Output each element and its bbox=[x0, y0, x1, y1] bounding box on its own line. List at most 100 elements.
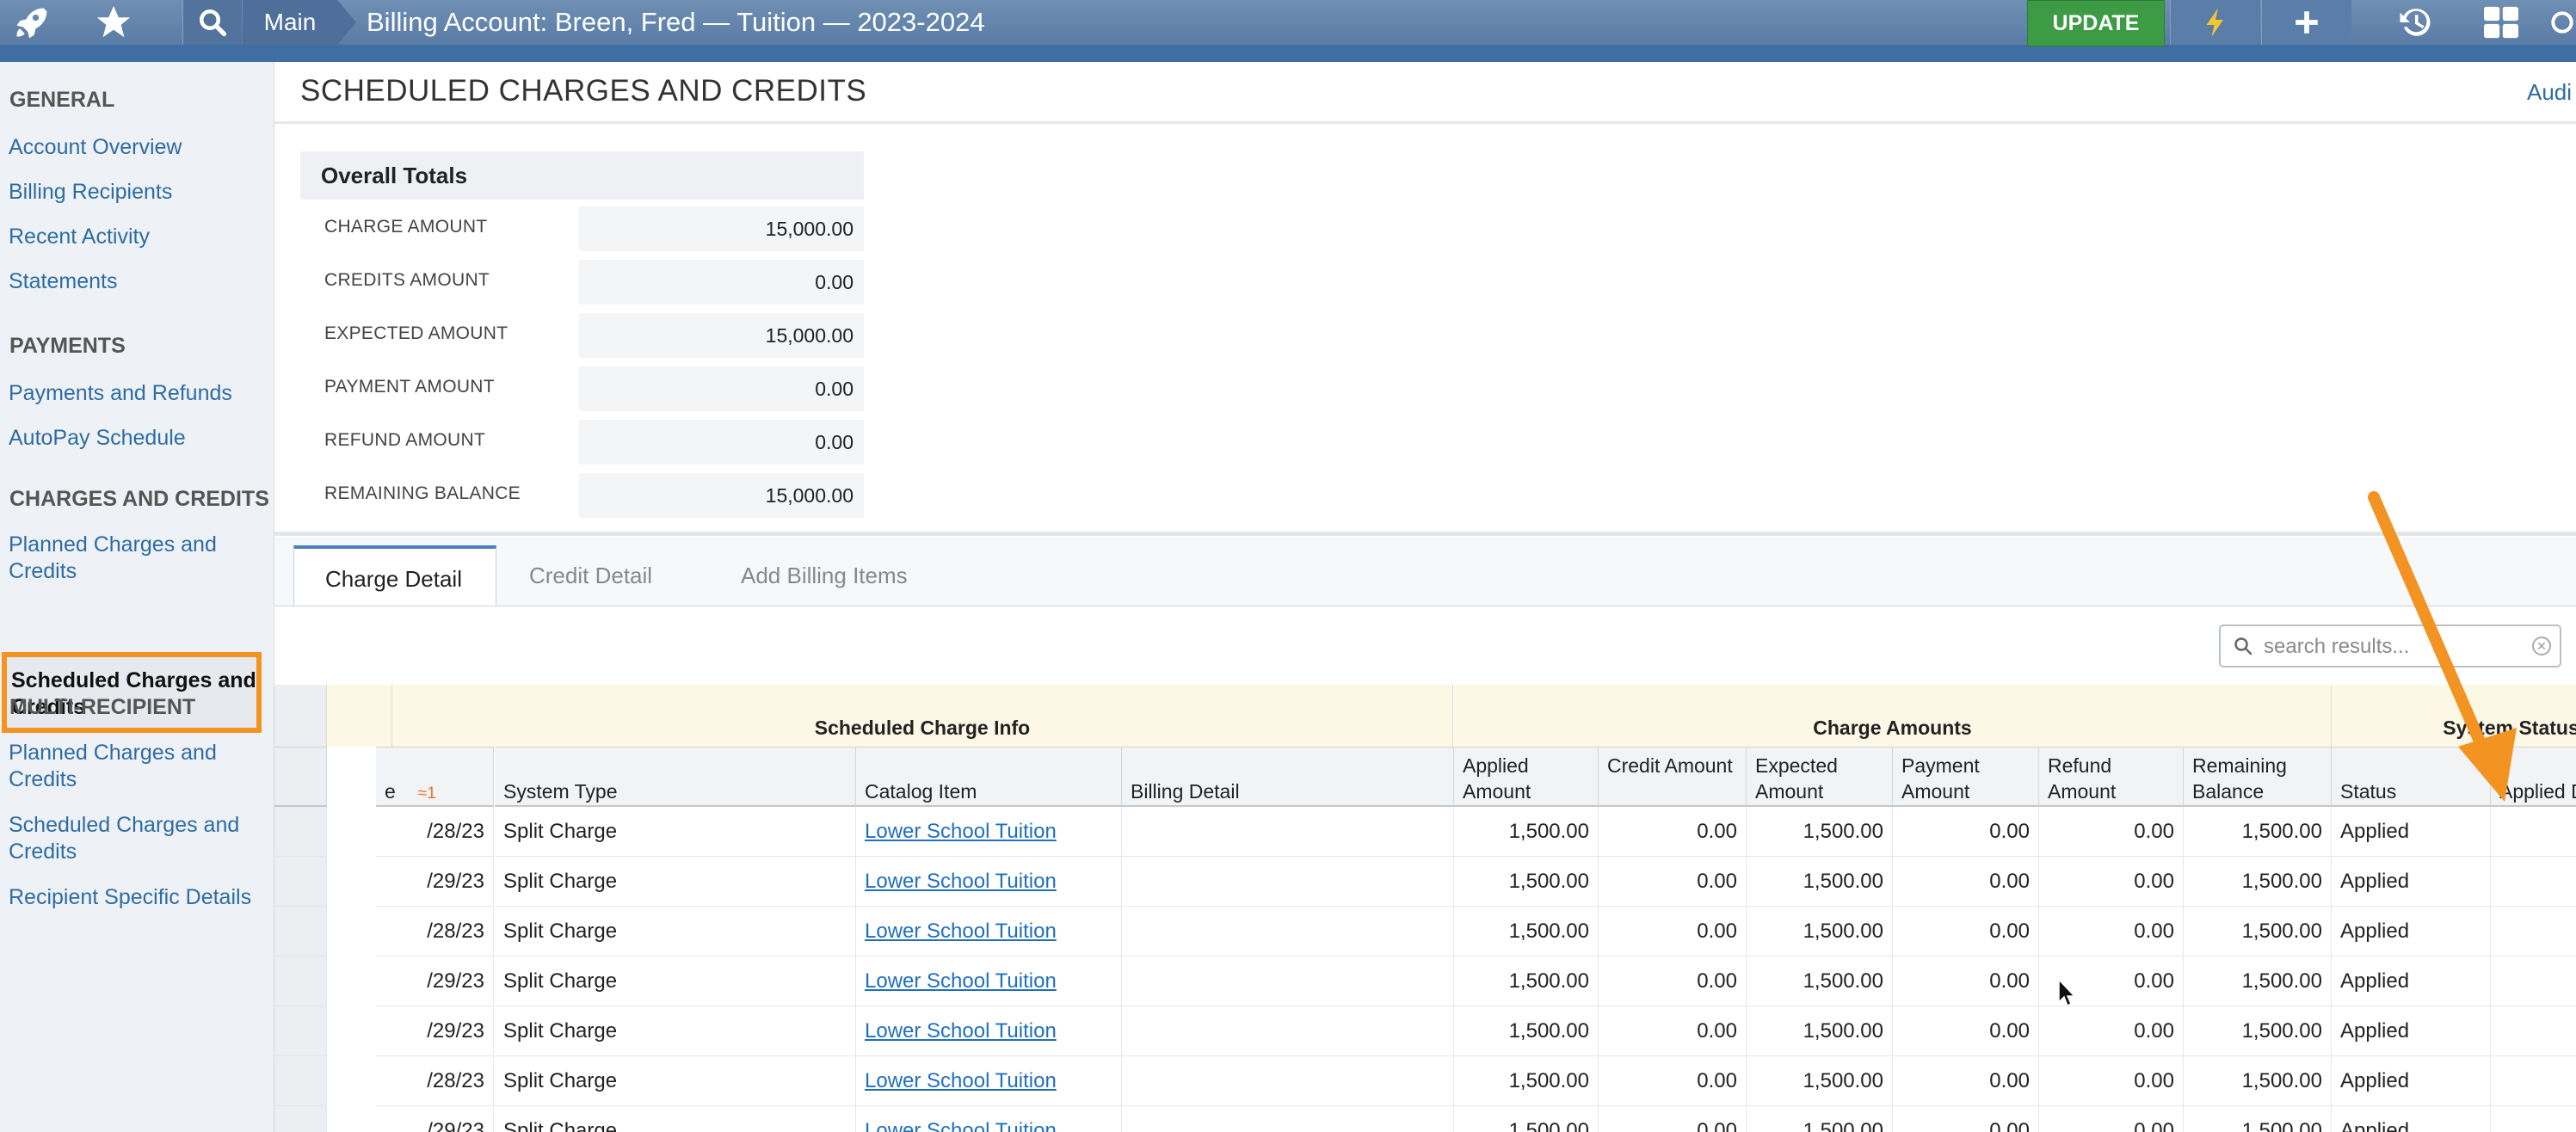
catalog-item-link[interactable]: Lower School Tuition bbox=[856, 857, 1122, 907]
tab-charge-detail[interactable]: Charge Detail bbox=[293, 545, 496, 606]
sidebar-item-payments-refunds[interactable]: Payments and Refunds bbox=[9, 380, 267, 407]
totals-value: 0.00 bbox=[579, 420, 864, 464]
table-cell: 0.00 bbox=[1599, 857, 1747, 907]
totals-row: EXPECTED AMOUNT 15,000.00 bbox=[300, 310, 864, 360]
column-header-label: Remaining Balance bbox=[2192, 754, 2287, 803]
detail-tabs: Charge Detail Credit Detail Add Billing … bbox=[274, 537, 2576, 606]
table-cell bbox=[1122, 1056, 1454, 1106]
column-header-applied-amount[interactable]: Applied Amount bbox=[1454, 747, 1599, 807]
sidebar-heading-charges-credits: CHARGES AND CREDITS bbox=[9, 487, 269, 511]
sort-ascending-icon[interactable]: ≈ bbox=[418, 784, 427, 803]
plus-icon bbox=[2296, 11, 2318, 34]
catalog-item-link[interactable]: Lower School Tuition bbox=[856, 1056, 1122, 1106]
table-cell: 1,500.00 bbox=[2184, 857, 2332, 907]
sort-order-indicator: 1 bbox=[427, 784, 436, 803]
sidebar-item-billing-recipients[interactable]: Billing Recipients bbox=[9, 179, 267, 206]
table-cell: 0.00 bbox=[1893, 857, 2039, 907]
catalog-item-link[interactable]: Lower School Tuition bbox=[856, 1106, 1122, 1132]
tab-credit-detail[interactable]: Credit Detail bbox=[498, 545, 701, 606]
table-cell: 0.00 bbox=[1893, 1006, 2039, 1056]
table-cell: Split Charge bbox=[495, 1106, 856, 1132]
row-selector[interactable] bbox=[274, 1056, 327, 1106]
settings-icon-partial[interactable] bbox=[2548, 0, 2576, 45]
main-breadcrumb[interactable]: Main bbox=[243, 0, 356, 45]
table-cell: /28/23 bbox=[376, 907, 494, 957]
group-header-scheduled-charge-info: Scheduled Charge Info bbox=[392, 685, 1453, 747]
tab-add-billing-items[interactable]: Add Billing Items bbox=[710, 545, 968, 606]
rocket-icon[interactable] bbox=[5, 0, 57, 45]
row-selector[interactable] bbox=[274, 857, 327, 907]
totals-row: CHARGE AMOUNT 15,000.00 bbox=[300, 203, 864, 253]
column-header-label: Credit Amount bbox=[1607, 754, 1733, 777]
table-cell: 0.00 bbox=[2039, 1106, 2184, 1132]
mouse-cursor-icon bbox=[2058, 979, 2076, 1007]
sidebar-item-planned-charges[interactable]: Planned Charges and Credits bbox=[9, 532, 241, 585]
table-cell: 0.00 bbox=[1599, 1106, 1747, 1132]
row-selector[interactable] bbox=[274, 957, 327, 1006]
row-selector[interactable] bbox=[274, 1106, 327, 1132]
row-selector[interactable] bbox=[274, 807, 327, 857]
column-header-expected-amount[interactable]: Expected Amount bbox=[1747, 747, 1893, 807]
sidebar-item-scheduled-charges-active[interactable]: Scheduled Charges and Credits bbox=[2, 652, 262, 733]
table-cell: 0.00 bbox=[1599, 907, 1747, 957]
sidebar-heading-general: GENERAL bbox=[9, 88, 115, 112]
group-header-blank bbox=[327, 685, 392, 747]
column-header-payment-amount[interactable]: Payment Amount bbox=[1893, 747, 2039, 807]
table-cell: Split Charge bbox=[495, 1056, 856, 1106]
column-header-e[interactable]: e ≈1 bbox=[376, 747, 494, 807]
sidebar-item-recipient-specific-details[interactable]: Recipient Specific Details bbox=[9, 884, 275, 911]
column-header-label: System Type bbox=[503, 780, 618, 803]
table-cell: /29/23 bbox=[376, 1006, 494, 1056]
table-cell: 1,500.00 bbox=[1454, 1106, 1599, 1132]
column-header-system-type[interactable]: System Type bbox=[495, 747, 856, 807]
sidebar-item-account-overview[interactable]: Account Overview bbox=[9, 134, 267, 161]
totals-label: EXPECTED AMOUNT bbox=[324, 323, 508, 343]
column-header-label: Expected Amount bbox=[1755, 754, 1838, 803]
column-header-label: Refund Amount bbox=[2048, 754, 2117, 803]
sidebar-item-autopay-schedule[interactable]: AutoPay Schedule bbox=[9, 425, 267, 452]
title-divider bbox=[274, 121, 2576, 124]
catalog-item-link[interactable]: Lower School Tuition bbox=[856, 1006, 1122, 1056]
sidebar: GENERAL Account Overview Billing Recipie… bbox=[0, 62, 274, 1132]
dashboard-grid-icon[interactable] bbox=[2471, 0, 2531, 45]
table-cell: 1,500.00 bbox=[1747, 1006, 1893, 1056]
catalog-item-link[interactable]: Lower School Tuition bbox=[856, 807, 1122, 857]
add-button[interactable] bbox=[2261, 0, 2351, 45]
table-cell: 0.00 bbox=[1893, 1056, 2039, 1106]
table-cell: 0.00 bbox=[2039, 907, 2184, 957]
row-selector[interactable] bbox=[274, 1006, 327, 1056]
audit-link[interactable]: Audi bbox=[2527, 79, 2572, 106]
clear-search-icon[interactable]: ✕ bbox=[2532, 637, 2551, 655]
history-icon[interactable] bbox=[2385, 0, 2445, 45]
column-header-refund-amount[interactable]: Refund Amount bbox=[2039, 747, 2184, 807]
column-header-catalog-item[interactable]: Catalog Item bbox=[856, 747, 1122, 807]
sidebar-item-multi-planned-charges[interactable]: Planned Charges and Credits bbox=[9, 740, 241, 793]
sidebar-item-recent-activity[interactable]: Recent Activity bbox=[9, 224, 267, 250]
column-header-remaining-balance[interactable]: Remaining Balance bbox=[2184, 747, 2332, 807]
table-cell: Applied bbox=[2332, 857, 2491, 907]
update-button[interactable]: UPDATE bbox=[2027, 0, 2165, 46]
table-cell: 0.00 bbox=[2039, 807, 2184, 857]
sidebar-item-multi-scheduled-charges[interactable]: Scheduled Charges and Credits bbox=[9, 812, 258, 865]
row-selector[interactable] bbox=[274, 907, 327, 957]
table-cell: 02/24/23 bbox=[2491, 1056, 2576, 1106]
table-cell: 02/24/23 bbox=[2491, 907, 2576, 957]
table-cell: 1,500.00 bbox=[1747, 907, 1893, 957]
sidebar-item-statements[interactable]: Statements bbox=[9, 268, 267, 295]
sidebar-heading-multi-recipient: MULTI-RECIPIENT bbox=[9, 695, 196, 719]
star-icon[interactable] bbox=[86, 0, 141, 45]
table-cell: 0.00 bbox=[1893, 957, 2039, 1006]
quick-actions-button[interactable] bbox=[2170, 0, 2260, 45]
table-cell: Applied bbox=[2332, 1006, 2491, 1056]
table-cell bbox=[1122, 1106, 1454, 1132]
table-cell: 1,500.00 bbox=[2184, 957, 2332, 1006]
totals-heading: Overall Totals bbox=[300, 151, 864, 200]
table-cell: 1,500.00 bbox=[1747, 1056, 1893, 1106]
totals-row: REFUND AMOUNT 0.00 bbox=[300, 416, 864, 466]
search-button[interactable] bbox=[182, 0, 242, 45]
totals-label: REMAINING BALANCE bbox=[324, 483, 521, 503]
column-header-billing-detail[interactable]: Billing Detail bbox=[1122, 747, 1454, 807]
catalog-item-link[interactable]: Lower School Tuition bbox=[856, 907, 1122, 957]
column-header-credit-amount[interactable]: Credit Amount bbox=[1599, 747, 1747, 807]
catalog-item-link[interactable]: Lower School Tuition bbox=[856, 957, 1122, 1006]
